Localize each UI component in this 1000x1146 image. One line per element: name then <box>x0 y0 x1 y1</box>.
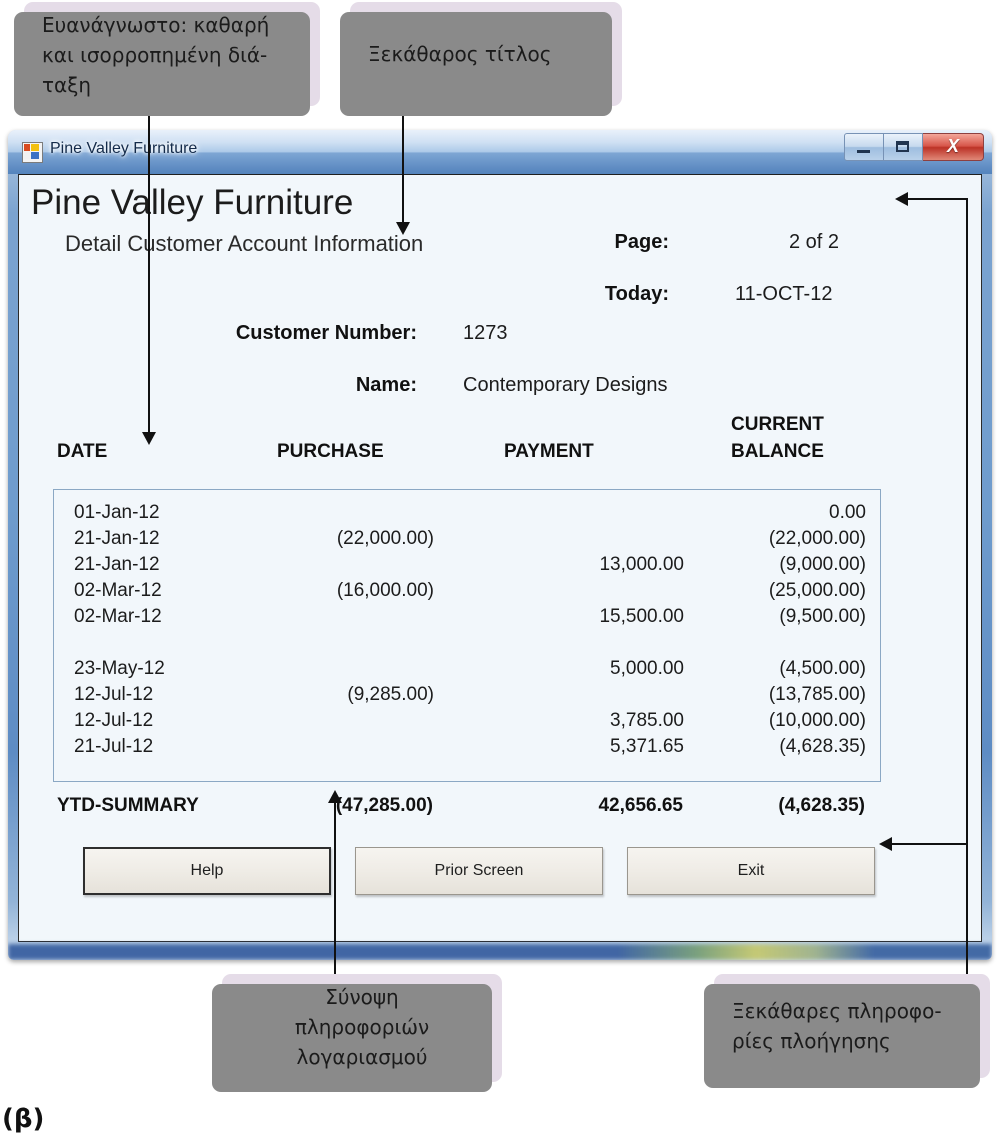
cell-date: 12-Jul-12 <box>74 684 154 705</box>
form-subtitle: Detail Customer Account Information <box>65 231 424 256</box>
cell-balance: (9,000.00) <box>779 554 866 575</box>
table-row[interactable]: 01-Jan-12 0.00 <box>54 502 880 528</box>
callout-clear-title-text: Ξεκάθαρος τίτλος <box>368 42 552 66</box>
callout-readable-line-3: ταξη <box>42 73 92 97</box>
page-value: 2 of 2 <box>788 231 839 253</box>
leader-line-navigation-page <box>908 198 968 200</box>
today-value: 11-OCT-12 <box>735 283 833 305</box>
cell-purchase: (9,285.00) <box>347 684 434 705</box>
customer-number-value: 1273 <box>463 322 508 344</box>
callout-summary-line-2: πληροφοριών <box>294 1015 430 1039</box>
summary-payment: 42,656.65 <box>598 795 683 816</box>
callout-account-summary: Σύνοψη πληροφοριών λογαριασμού <box>212 974 502 1092</box>
summary-label: YTD-SUMMARY <box>57 795 199 816</box>
callout-navigation-line-1: Ξεκάθαρες πληροφο- <box>732 999 942 1023</box>
leader-arrow-summary <box>328 790 342 803</box>
help-button[interactable]: Help <box>83 847 331 895</box>
window-frame: Pine Valley Furniture X Pine Valley Furn… <box>8 130 992 960</box>
close-icon: X <box>946 136 959 156</box>
cell-balance: (4,628.35) <box>779 736 866 757</box>
cell-balance: (9,500.00) <box>779 606 866 627</box>
cell-payment: 3,785.00 <box>610 710 684 731</box>
today-label: Today: <box>604 283 669 305</box>
table-row[interactable] <box>54 632 880 658</box>
exit-button[interactable]: Exit <box>627 847 875 895</box>
leader-line-navigation <box>966 198 968 976</box>
maximize-icon <box>896 141 909 152</box>
prior-screen-button[interactable]: Prior Screen <box>355 847 603 895</box>
cell-payment: 5,371.65 <box>610 736 684 757</box>
callout-summary-line-1: Σύνοψη <box>325 985 399 1009</box>
cell-date: 23-May-12 <box>74 658 165 679</box>
callout-clear-title: Ξεκάθαρος τίτλος <box>340 2 622 116</box>
leader-arrow-readable <box>142 432 156 445</box>
leader-arrow-title <box>396 222 410 235</box>
cell-date: 21-Jan-12 <box>74 554 160 575</box>
table-row[interactable]: 12-Jul-12 (9,285.00) (13,785.00) <box>54 684 880 710</box>
column-header-current: CURRENT <box>731 414 824 435</box>
column-header-purchase: PURCHASE <box>277 441 384 462</box>
form-client-area: Pine Valley Furniture Detail Customer Ac… <box>18 174 982 942</box>
cell-payment: 15,500.00 <box>599 606 684 627</box>
app-icon <box>22 142 43 163</box>
customer-name-label: Name: <box>355 374 417 396</box>
table-row[interactable]: 12-Jul-12 3,785.00 (10,000.00) <box>54 710 880 736</box>
cell-payment: 5,000.00 <box>610 658 684 679</box>
leader-arrow-navigation-exit <box>879 837 892 851</box>
cell-date: 21-Jul-12 <box>74 736 154 757</box>
leader-line-readable <box>148 106 150 436</box>
minimize-icon <box>857 150 870 153</box>
transaction-grid[interactable]: 01-Jan-12 0.00 21-Jan-12 (22,000.00) (22,000… <box>53 489 881 782</box>
cell-payment: 13,000.00 <box>599 554 684 575</box>
cell-date: 01-Jan-12 <box>74 502 160 523</box>
close-button[interactable]: X <box>923 133 984 161</box>
window-title: Pine Valley Furniture <box>50 140 198 157</box>
application-window: Pine Valley Furniture X Pine Valley Furn… <box>8 130 992 960</box>
callout-readable-layout: Ευανάγνωστο: καθαρή και ισορροπημένη διά… <box>14 2 320 116</box>
column-header-current-balance: CURRENT BALANCE <box>731 411 824 465</box>
cell-date: 12-Jul-12 <box>74 710 154 731</box>
leader-line-navigation-exit <box>892 843 968 845</box>
cell-date: 21-Jan-12 <box>74 528 160 549</box>
column-header-payment: PAYMENT <box>504 441 594 462</box>
summary-balance: (4,628.35) <box>778 795 865 816</box>
callout-readable-line-1: Ευανάγνωστο: καθαρή <box>42 13 270 37</box>
leader-arrow-navigation-page <box>895 192 908 206</box>
cell-date: 02-Mar-12 <box>74 606 162 627</box>
cell-balance: (22,000.00) <box>768 528 866 549</box>
summary-purchase: (47,285.00) <box>335 795 433 816</box>
cell-balance: 0.00 <box>829 502 866 523</box>
minimize-button[interactable] <box>844 133 884 161</box>
cell-balance: (25,000.00) <box>768 580 866 601</box>
cell-balance: (10,000.00) <box>768 710 866 731</box>
page-label: Page: <box>614 231 669 253</box>
table-row[interactable]: 02-Mar-12 (16,000.00) (25,000.00) <box>54 580 880 606</box>
cell-purchase: (22,000.00) <box>336 528 434 549</box>
table-row[interactable]: 23-May-12 5,000.00 (4,500.00) <box>54 658 880 684</box>
callout-navigation-line-2: ρίες πλοήγησης <box>732 1029 891 1053</box>
customer-name-value: Contemporary Designs <box>463 374 668 396</box>
table-row[interactable]: 21-Jul-12 5,371.65 (4,628.35) <box>54 736 880 762</box>
cell-date: 02-Mar-12 <box>74 580 162 601</box>
leader-line-summary <box>334 800 336 976</box>
maximize-button[interactable] <box>884 133 923 161</box>
window-controls: X <box>844 133 984 161</box>
callout-summary-line-3: λογαριασμού <box>296 1045 428 1069</box>
customer-number-label: Customer Number: <box>235 322 417 344</box>
column-header-date: DATE <box>57 441 108 462</box>
leader-line-title <box>402 106 404 226</box>
cell-purchase: (16,000.00) <box>336 580 434 601</box>
table-row[interactable]: 21-Jan-12 13,000.00 (9,000.00) <box>54 554 880 580</box>
cell-balance: (13,785.00) <box>768 684 866 705</box>
table-row[interactable]: 21-Jan-12 (22,000.00) (22,000.00) <box>54 528 880 554</box>
cell-balance: (4,500.00) <box>779 658 866 679</box>
window-titlebar[interactable]: Pine Valley Furniture X <box>8 130 992 174</box>
callout-readable-line-2: και ισορροπημένη διά- <box>42 43 268 67</box>
column-header-balance: BALANCE <box>731 441 824 462</box>
figure-caption: (β) <box>2 1104 45 1134</box>
table-row[interactable]: 02-Mar-12 15,500.00 (9,500.00) <box>54 606 880 632</box>
form-title: Pine Valley Furniture <box>31 183 354 222</box>
callout-navigation-info: Ξεκάθαρες πληροφο- ρίες πλοήγησης <box>704 974 990 1088</box>
